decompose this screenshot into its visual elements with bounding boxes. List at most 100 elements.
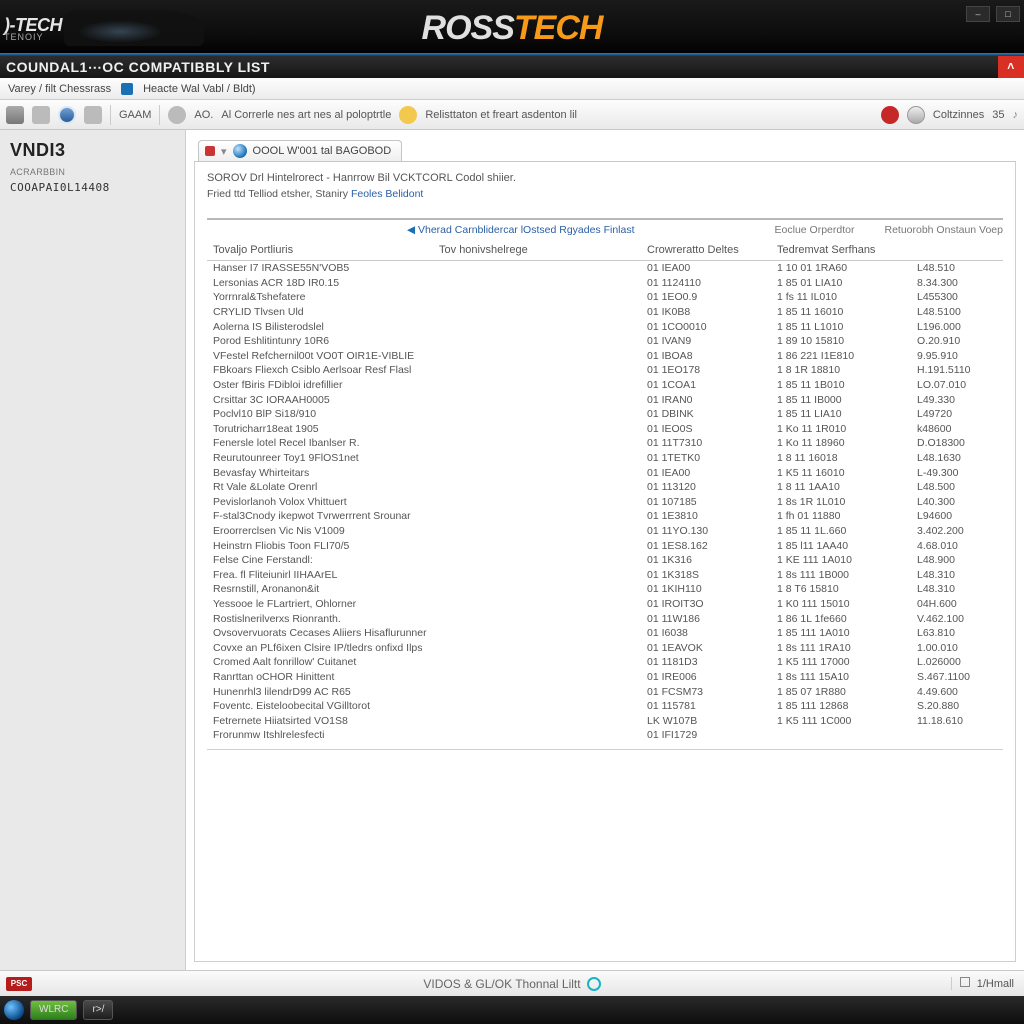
taskbar-button-1[interactable]: WLRC [30, 1000, 77, 1020]
cell-name: Hunenrhl3 lilendrD99 AC R65 [207, 686, 647, 698]
table-row[interactable]: Hunenrhl3 lilendrD99 AC R6501 FCSM731 85… [207, 684, 1003, 699]
table-row[interactable]: Heinstrn Fliobis Toon FLI70/501 1ES8.162… [207, 538, 1003, 553]
table-row[interactable]: Pevislorlanoh Volox Vhittuert01 1071851 … [207, 495, 1003, 510]
panel: SOROV Drl Hintelrorect - Hanrrow Bil VCK… [194, 162, 1016, 962]
toolbar-label-right[interactable]: Relisttaton et freart asdenton lil [425, 109, 577, 121]
cell-val-3: L48.500 [917, 481, 1003, 493]
table-row[interactable]: Yorrnral&Tshefatere01 1EO0.91 fs 11 IL01… [207, 290, 1003, 305]
grid-head-c[interactable]: Tedremvat Serfhans [777, 244, 917, 256]
table-row[interactable]: Fetrernete Hiiatsirted VO1S8LK W107B1 K5… [207, 713, 1003, 728]
table-row[interactable]: Ranrttan oCHOR Hinittent01 IRE0061 8s 11… [207, 670, 1003, 685]
cell-val-1: 01 IEO0S [647, 423, 777, 435]
table-row[interactable]: Aolerna IS Bilisterodslel01 1CO00101 85 … [207, 319, 1003, 334]
cell-val-2: 1 85 01 LIA10 [777, 277, 917, 289]
window-title: COUNDAL1⋯OC COMPATIBBLY LIST [6, 59, 270, 76]
table-row[interactable]: Torutricharr18eat 190501 IEO0S1 Ko 11 1R… [207, 422, 1003, 437]
cell-val-3: L196.000 [917, 321, 1003, 333]
table-row[interactable]: Cromed Aalt fonrillow' Cuitanet01 1181D3… [207, 655, 1003, 670]
toolbar-label-ao[interactable]: AO. [194, 109, 213, 121]
table-row[interactable]: F-stal3Cnody ikepwot Tvrwerrrent Srounar… [207, 509, 1003, 524]
start-orb-icon[interactable] [4, 1000, 24, 1020]
cell-val-2: 1 8 11 1AA10 [777, 481, 917, 493]
cell-name: Porod Eshlitintunry 10R6 [207, 335, 647, 347]
table-row[interactable]: CRYLID Tlvsen Uld01 IK0B81 85 11 16010L4… [207, 305, 1003, 320]
minimize-button[interactable]: – [966, 6, 990, 22]
cell-val-2: 1 8 11 16018 [777, 452, 917, 464]
toolbar-count: 35 [992, 109, 1004, 121]
table-row[interactable]: Felse Cine Ferstandl:01 1K3161 KE 111 1A… [207, 553, 1003, 568]
info-icon[interactable] [168, 106, 186, 124]
shield-icon[interactable] [399, 106, 417, 124]
menu-item-1[interactable]: Varey / filt Chessrass [8, 83, 111, 95]
table-row[interactable]: Frorunmw Itshlrelesfecti01 IFI1729 [207, 728, 1003, 743]
taskbar-button-2[interactable]: r>/ [83, 1000, 113, 1020]
table-row[interactable]: Hanser I7 IRASSE55N'VOB501 IEA001 10 01 … [207, 261, 1003, 276]
table-row[interactable]: Yessooe le FLartriert, Ohlorner01 IROIT3… [207, 597, 1003, 612]
sidebar-heading: VNDI3 [10, 140, 175, 161]
cell-val-3: 9.95.910 [917, 350, 1003, 362]
grid-caption-text: Vherad Carnblidercar lOstsed Rgyades Fin… [418, 224, 635, 236]
content-area: ▾ OOOL W'001 tal BAGOBOD SOROV Drl Hinte… [186, 130, 1024, 970]
cell-val-1: 01 IVAN9 [647, 335, 777, 347]
table-row[interactable]: Frea. fl Fliteiunirl IIHAArEL01 1K318S1 … [207, 567, 1003, 582]
cell-val-2: 1 85 11 LIA10 [777, 408, 917, 420]
grid-head-a[interactable]: Tovaljo Portliuris [213, 244, 293, 256]
grid-head-b[interactable]: Crowreratto Deltes [647, 244, 777, 256]
toolbar-label-gam[interactable]: GAAM [119, 109, 151, 121]
grid-head-a2[interactable]: Tov honivshelrege [439, 244, 528, 256]
maximize-button[interactable]: □ [996, 6, 1020, 22]
table-row[interactable]: Covxe an PLf6ixen Clsire IP/tledrs onfix… [207, 640, 1003, 655]
cell-val-3: 11.18.610 [917, 715, 1003, 727]
print-icon[interactable] [6, 106, 24, 124]
tab-main[interactable]: ▾ OOOL W'001 tal BAGOBOD [198, 140, 402, 161]
grid-head-d[interactable] [917, 244, 1003, 256]
cell-name: Crsittar 3C IORAAH0005 [207, 394, 647, 406]
table-row[interactable]: Reurutounreer Toy1 9FlOS1net01 1TETK01 8… [207, 451, 1003, 466]
toolbar-icon-4[interactable] [84, 106, 102, 124]
table-row[interactable]: VFestel Refchernil00t VO0T OIR1E-VIBLIE0… [207, 349, 1003, 364]
cell-val-2: 1 85 l11 1AA40 [777, 540, 917, 552]
table-row[interactable]: Porod Eshlitintunry 10R601 IVAN91 89 10 … [207, 334, 1003, 349]
panel-subtitle: Fried ttd Telliod etsher, Staniry Feoles… [207, 188, 1003, 200]
table-row[interactable]: Ovsovervuorats Cecases Aliiers Hisafluru… [207, 626, 1003, 641]
toolbar-label-mid[interactable]: Al Correrle nes art nes al poloptrtle [221, 109, 391, 121]
cell-name: Covxe an PLf6ixen Clsire IP/tledrs onfix… [207, 642, 647, 654]
grid-caption-r2: Retuorobh Onstaun Voep [884, 224, 1003, 236]
table-row[interactable]: FBkoars Fliexch Csiblo Aerlsoar Resf Fla… [207, 363, 1003, 378]
toolbar-options-label[interactable]: Coltzinnes [933, 109, 984, 121]
menu-item-2[interactable]: Heacte Wal Vabl / Bldt) [143, 83, 256, 95]
table-row[interactable]: Fenersle lotel Recel Ibanlser R.01 11T73… [207, 436, 1003, 451]
cell-val-2: 1 K0 111 15010 [777, 598, 917, 610]
toolbar-icon-2[interactable] [32, 106, 50, 124]
toolbar: GAAM AO. Al Correrle nes art nes al polo… [0, 100, 1024, 130]
table-row[interactable]: Lersonias ACR 18D IR0.1501 11241101 85 0… [207, 276, 1003, 291]
cell-val-2: 1 85 11 16010 [777, 306, 917, 318]
alert-icon[interactable] [881, 106, 899, 124]
car-silhouette-icon [64, 10, 204, 46]
close-button[interactable]: ˄ [998, 56, 1024, 78]
table-row[interactable]: Eroorrerclsen Vic Nis V100901 11YO.1301 … [207, 524, 1003, 539]
menu-icon[interactable] [121, 83, 133, 95]
table-row[interactable]: Crsittar 3C IORAAH000501 IRAN01 85 11 IB… [207, 392, 1003, 407]
cell-val-2: 1 85 111 12868 [777, 700, 917, 712]
cell-val-3: k48600 [917, 423, 1003, 435]
cell-val-1: 01 IEA00 [647, 262, 777, 274]
panel-sub-link[interactable]: Feoles Belidont [351, 188, 423, 200]
cell-val-2: 1 K5 111 17000 [777, 656, 917, 668]
table-row[interactable]: Oster fBiris FDibloi idrefillier01 1COA1… [207, 378, 1003, 393]
cell-name: Frea. fl Fliteiunirl IIHAArEL [207, 569, 647, 581]
cell-val-1: 01 1ES8.162 [647, 540, 777, 552]
table-row[interactable]: Bevasfay Whirteitars01 IEA001 K5 11 1601… [207, 465, 1003, 480]
disk-icon[interactable] [58, 106, 76, 124]
cell-val-3: L49.330 [917, 394, 1003, 406]
globe-icon [233, 144, 247, 158]
table-row[interactable]: Resrnstill, Aronanon&it01 1KIH1101 8 T6 … [207, 582, 1003, 597]
chevron-left-icon[interactable]: ◀ [407, 224, 415, 236]
table-row[interactable]: Foventc. Eisteloobecital VGilltorot01 11… [207, 699, 1003, 714]
table-row[interactable]: Rostislnerilverxs Rionranth.01 11W1861 8… [207, 611, 1003, 626]
cell-name: Rostislnerilverxs Rionranth. [207, 613, 647, 625]
table-row[interactable]: Poclvl10 BlP Si18/91001 DBINK1 85 11 LIA… [207, 407, 1003, 422]
table-row[interactable]: Rt Vale &Lolate Orenrl01 1131201 8 11 1A… [207, 480, 1003, 495]
gear-icon[interactable] [907, 106, 925, 124]
cell-name: FBkoars Fliexch Csiblo Aerlsoar Resf Fla… [207, 364, 647, 376]
